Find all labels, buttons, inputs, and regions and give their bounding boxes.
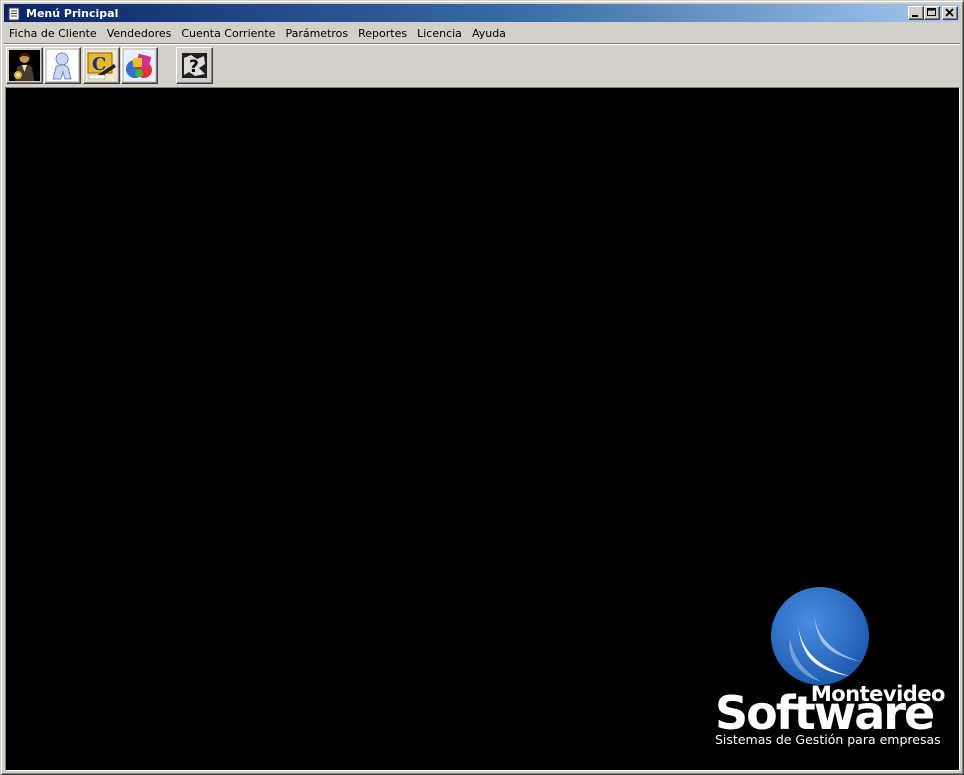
- window-controls: [908, 6, 958, 20]
- account-icon: C: [86, 50, 117, 81]
- logo-tagline: Sistemas de Gestión para empresas: [715, 732, 941, 747]
- menu-separator: [4, 43, 960, 45]
- menu-reportes[interactable]: Reportes: [353, 25, 412, 42]
- parameters-icon: [124, 50, 155, 81]
- menu-ficha-de-cliente[interactable]: Ficha de Cliente: [4, 25, 102, 42]
- parameters-button[interactable]: [121, 47, 158, 84]
- title-bar[interactable]: Menú Principal: [4, 4, 960, 22]
- seller-person-icon: [47, 50, 78, 81]
- logo-line2: Software: [715, 686, 935, 740]
- main-window: Menú Principal Ficha de Cliente Vendedor…: [0, 0, 964, 775]
- menu-licencia[interactable]: Licencia: [412, 25, 467, 42]
- close-icon: [945, 8, 954, 17]
- company-logo: Montevideo Software Sistemas de Gestión …: [715, 586, 946, 756]
- maximize-button[interactable]: [924, 6, 940, 20]
- client-button[interactable]: [6, 47, 43, 84]
- window-title: Menú Principal: [26, 6, 119, 20]
- globe-icon: [771, 587, 869, 685]
- workspace: Montevideo Software Sistemas de Gestión …: [5, 87, 960, 771]
- minimize-icon: [912, 15, 918, 17]
- client-person-icon: [9, 50, 40, 81]
- menu-vendedores[interactable]: Vendedores: [102, 25, 177, 42]
- svg-text:?: ?: [189, 57, 199, 77]
- menu-ayuda[interactable]: Ayuda: [467, 25, 511, 42]
- help-button[interactable]: ?: [176, 47, 213, 84]
- menu-cuenta-corriente[interactable]: Cuenta Corriente: [176, 25, 280, 42]
- document-icon: [7, 6, 21, 21]
- menu-bar: Ficha de Cliente Vendedores Cuenta Corri…: [4, 23, 960, 43]
- menu-parametros[interactable]: Parámetros: [280, 25, 353, 42]
- account-button[interactable]: C: [83, 47, 120, 84]
- seller-button[interactable]: [44, 47, 81, 84]
- minimize-button[interactable]: [908, 6, 924, 20]
- maximize-icon: [927, 8, 936, 16]
- help-icon: ?: [179, 50, 210, 81]
- close-button[interactable]: [942, 6, 958, 20]
- toolbar: C ?: [4, 46, 960, 86]
